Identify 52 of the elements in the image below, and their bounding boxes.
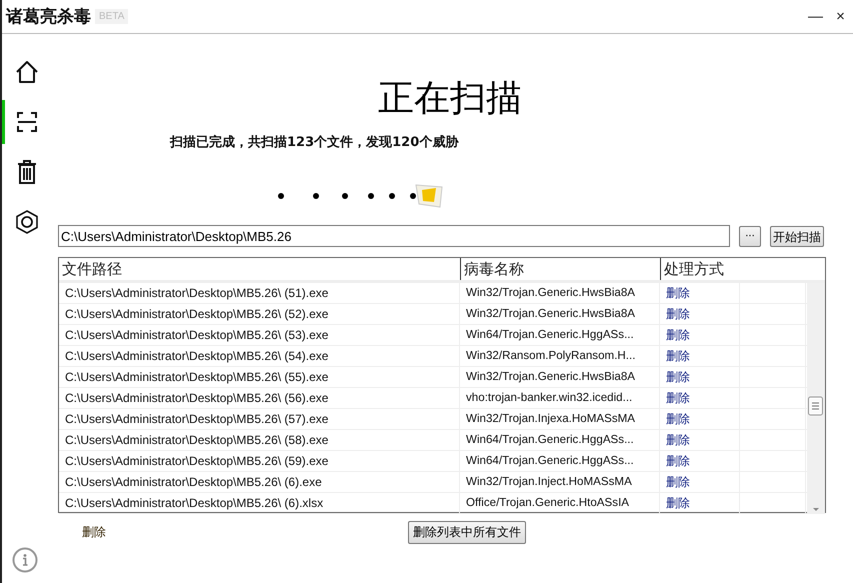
table-cell: Win64/Trojan.Generic.HggASs...: [460, 451, 660, 471]
table-cell: C:\Users\Administrator\Desktop\MB5.26\ (6).exe: [59, 472, 460, 492]
status-text: 扫描已完成，共扫描123个文件，发现120个威胁: [170, 134, 460, 151]
window-title: 诸葛亮杀毒: [6, 6, 91, 28]
delete-link[interactable]: 删除: [666, 475, 690, 489]
table-cell: C:\Users\Administrator\Desktop\MB5.26\ (56).exe: [59, 388, 460, 408]
info-icon[interactable]: [12, 547, 38, 573]
table-cell: C:\Users\Administrator\Desktop\MB5.26\ (58).exe: [59, 430, 460, 450]
delete-link[interactable]: 删除: [82, 524, 106, 541]
table-cell: Office/Trojan.Generic.HtoASsIA: [460, 493, 660, 513]
column-header: 文件路径: [61, 259, 123, 280]
table-cell: vho:trojan-banker.win32.icedid...: [460, 388, 660, 408]
delete-link[interactable]: 删除: [666, 286, 690, 300]
table-cell: C:\Users\Administrator\Desktop\MB5.26\ (59).exe: [59, 451, 460, 471]
browse-button[interactable]: ···: [739, 226, 761, 246]
minimize-button[interactable]: —: [803, 8, 828, 25]
table-cell: Win32/Trojan.Generic.HwsBia8A: [460, 304, 660, 324]
close-button[interactable]: ×: [828, 8, 853, 25]
settings-icon: [16, 210, 38, 234]
delete-all-button[interactable]: 删除列表中所有文件: [408, 521, 526, 544]
delete-link[interactable]: 删除: [666, 454, 690, 468]
table-cell: Win64/Trojan.Generic.HggASs...: [460, 325, 660, 345]
table-cell: C:\Users\Administrator\Desktop\MB5.26\ (51).exe: [59, 283, 460, 303]
table-cell: C:\Users\Administrator\Desktop\MB5.26\ (57).exe: [59, 409, 460, 429]
column-header: 病毒名称: [460, 258, 660, 280]
table-cell: Win32/Ransom.PolyRansom.H...: [460, 346, 660, 366]
scrollbar-drawing[interactable]: [807, 283, 825, 514]
delete-link[interactable]: 删除: [666, 307, 690, 321]
table-cell: C:\Users\Administrator\Desktop\MB5.26\ (55).exe: [59, 367, 460, 387]
page-heading: 正在扫描: [378, 77, 522, 121]
start-scan-button[interactable]: 开始扫描: [770, 226, 824, 246]
table-cell: C:\Users\Administrator\Desktop\MB5.26\ (52).exe: [59, 304, 460, 324]
table-cell: Win32/Trojan.Inject.HoMASsMA: [460, 472, 660, 492]
delete-link[interactable]: 删除: [666, 496, 690, 510]
table-cell: Win32/Trojan.Injexa.HoMASsMA: [460, 409, 660, 429]
home-icon: [14, 60, 38, 84]
trash-icon: [16, 160, 36, 184]
delete-link[interactable]: 删除: [666, 349, 690, 363]
table-cell: Win64/Trojan.Generic.HggASs...: [460, 430, 660, 450]
delete-link[interactable]: 删除: [666, 412, 690, 426]
delete-link[interactable]: 删除: [666, 433, 690, 447]
column-header: 处理方式: [660, 258, 740, 280]
table-cell: Win32/Trojan.Generic.HwsBia8A: [460, 283, 660, 303]
delete-link[interactable]: 删除: [666, 328, 690, 342]
table-cell: C:\Users\Administrator\Desktop\MB5.26\ (6).xlsx: [59, 493, 460, 513]
delete-link[interactable]: 删除: [666, 370, 690, 384]
delete-link[interactable]: 删除: [666, 391, 690, 405]
table-cell: C:\Users\Administrator\Desktop\MB5.26\ (54).exe: [59, 346, 460, 366]
path-field[interactable]: C:\Users\Administrator\Desktop\MB5.26: [58, 225, 730, 247]
table-cell: C:\Users\Administrator\Desktop\MB5.26\ (53).exe: [59, 325, 460, 345]
table-cell: Win32/Trojan.Generic.HwsBia8A: [460, 367, 660, 387]
scan-icon: [16, 111, 38, 133]
